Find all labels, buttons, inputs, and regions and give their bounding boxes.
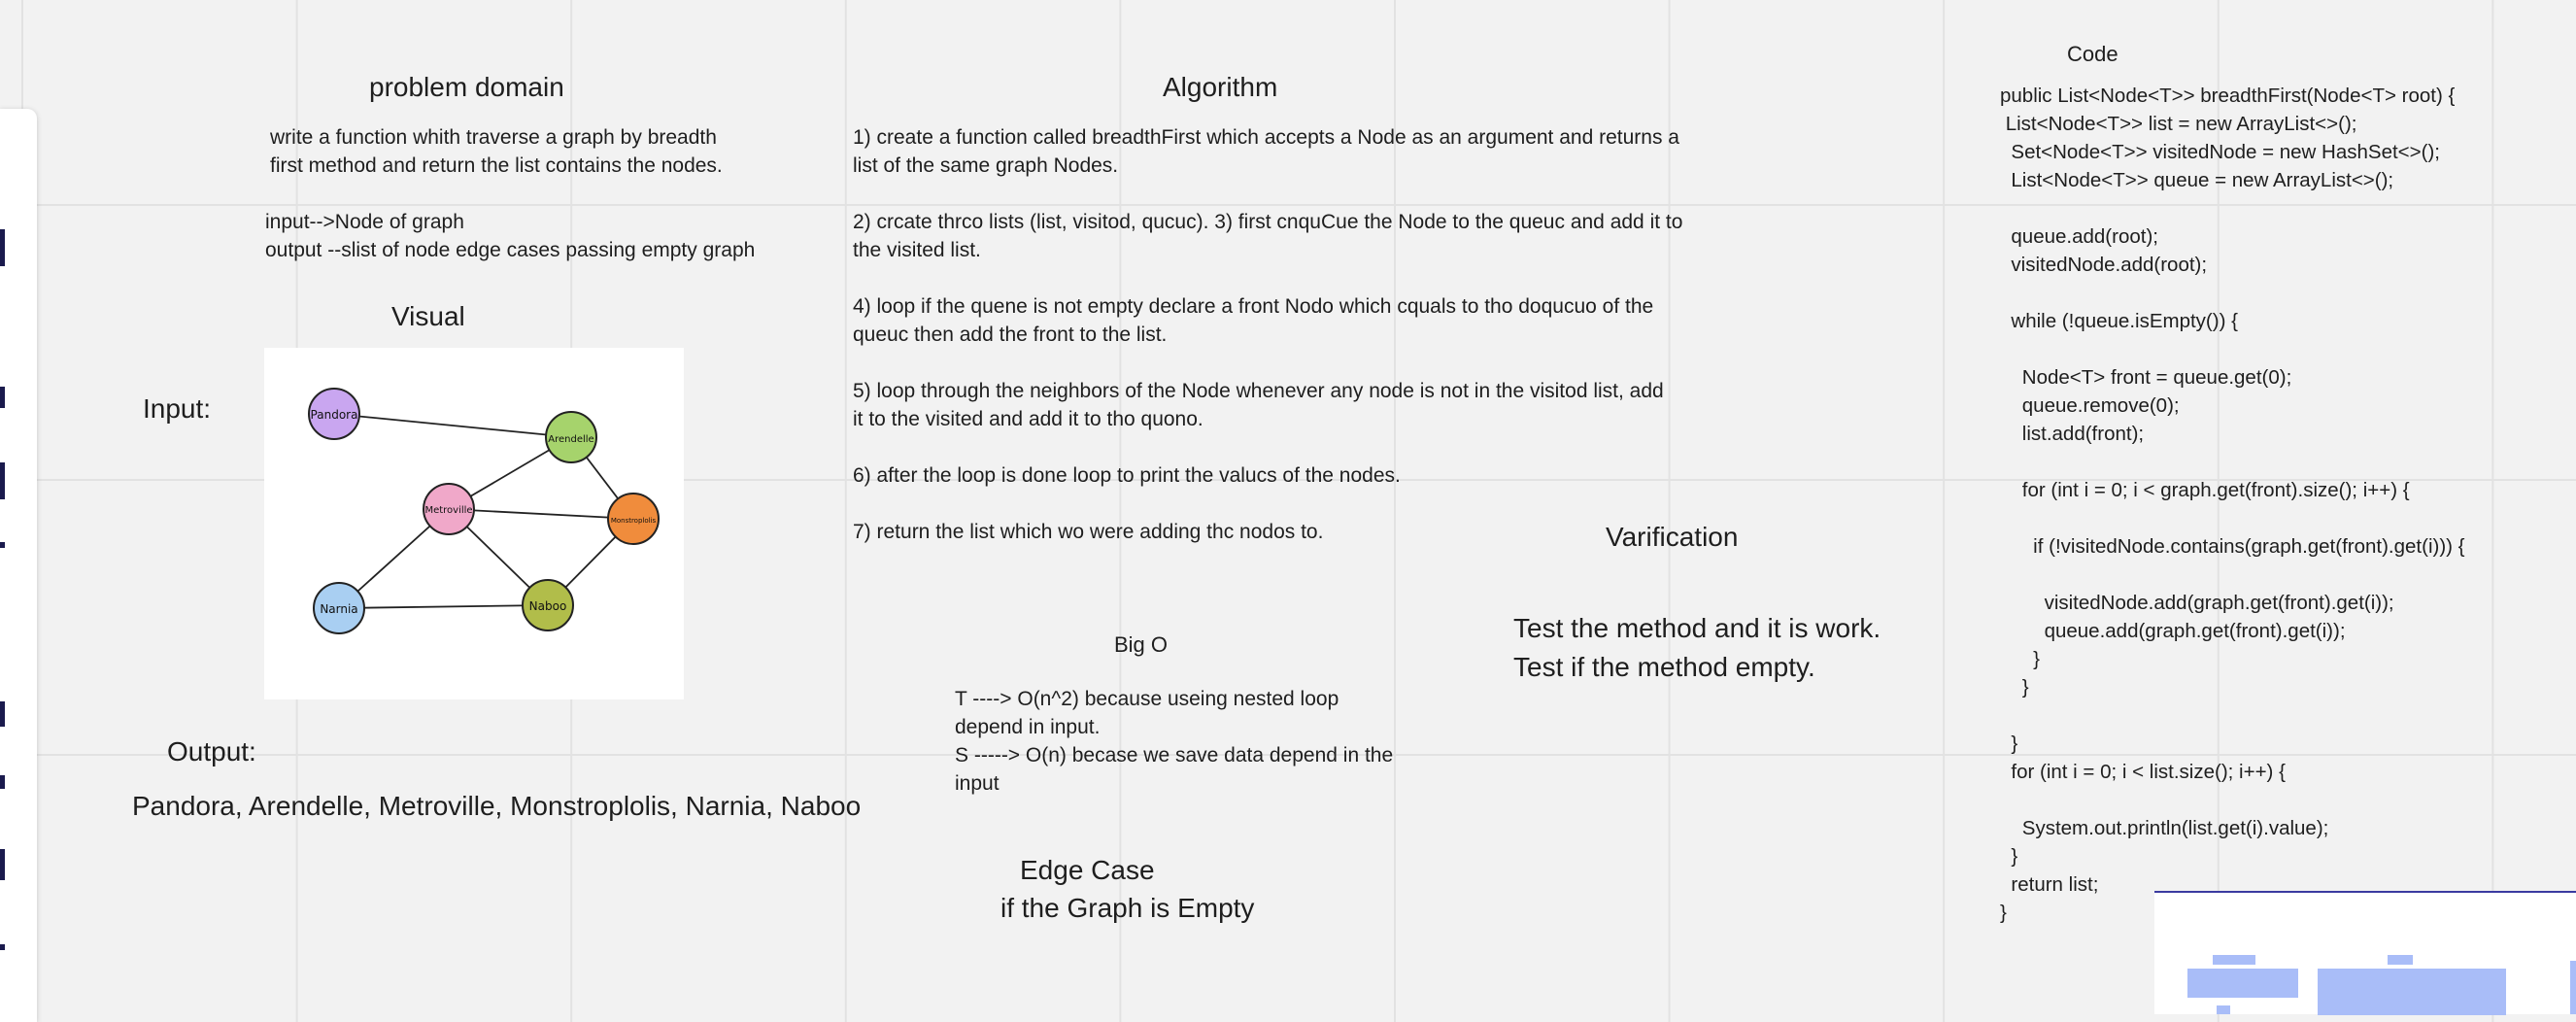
- algorithm-steps[interactable]: 1) create a function called breadthFirst…: [853, 123, 1682, 546]
- algorithm-title[interactable]: Algorithm: [1163, 72, 1277, 103]
- graph-node-label: Metroville: [424, 505, 472, 516]
- toolbar-icon[interactable]: [0, 849, 5, 880]
- graph-image[interactable]: Pandora Arendelle Metroville Monstroplol…: [264, 348, 684, 699]
- toolbar-icon[interactable]: [0, 944, 5, 950]
- output-value[interactable]: Pandora, Arendelle, Metroville, Monstrop…: [132, 791, 861, 822]
- toolbar-icon[interactable]: [0, 542, 5, 548]
- minimap-block: [2318, 969, 2506, 1015]
- big-o-title[interactable]: Big O: [1114, 632, 1168, 658]
- minimap[interactable]: [2154, 891, 2576, 1015]
- toolbar-icon[interactable]: [0, 775, 5, 789]
- visual-title[interactable]: Visual: [391, 301, 465, 332]
- toolbar-icon[interactable]: [0, 229, 5, 266]
- graph-node-label: Arendelle: [548, 434, 593, 445]
- verification-title[interactable]: Varification: [1606, 522, 1738, 553]
- toolbar-icon[interactable]: [0, 462, 5, 499]
- left-toolbar[interactable]: [0, 109, 37, 1022]
- big-o-text[interactable]: T ----> O(n^2) because useing nested loo…: [955, 685, 1393, 798]
- edge-case-title[interactable]: Edge Case: [1020, 855, 1155, 886]
- problem-domain-io[interactable]: input-->Node of graph output --slist of …: [265, 208, 755, 264]
- graph-node-label: Monstroplolis: [611, 517, 657, 525]
- graph-node-label: Pandora: [311, 408, 358, 422]
- problem-domain-title[interactable]: problem domain: [369, 72, 564, 103]
- minimap-block: [2187, 969, 2298, 998]
- minimap-block: [2213, 955, 2255, 965]
- output-label[interactable]: Output:: [167, 736, 256, 767]
- toolbar-icon[interactable]: [0, 387, 5, 408]
- input-label[interactable]: Input:: [143, 393, 211, 425]
- graph-node-label: Narnia: [320, 602, 357, 616]
- toolbar-icon[interactable]: [0, 701, 5, 727]
- problem-domain-description[interactable]: write a function whith traverse a graph …: [270, 123, 723, 180]
- code-title[interactable]: Code: [2067, 42, 2118, 67]
- minimap-block: [2570, 961, 2576, 1014]
- minimap-block: [2217, 1005, 2230, 1014]
- graph-diagram: Pandora Arendelle Metroville Monstroplol…: [308, 388, 660, 634]
- code-block[interactable]: public List<Node<T>> breadthFirst(Node<T…: [2000, 82, 2465, 927]
- graph-node-label: Naboo: [529, 599, 567, 613]
- edge-case-text[interactable]: if the Graph is Empty: [1000, 893, 1254, 924]
- minimap-block: [2388, 955, 2413, 965]
- verification-text[interactable]: Test the method and it is work. Test if …: [1513, 609, 1881, 687]
